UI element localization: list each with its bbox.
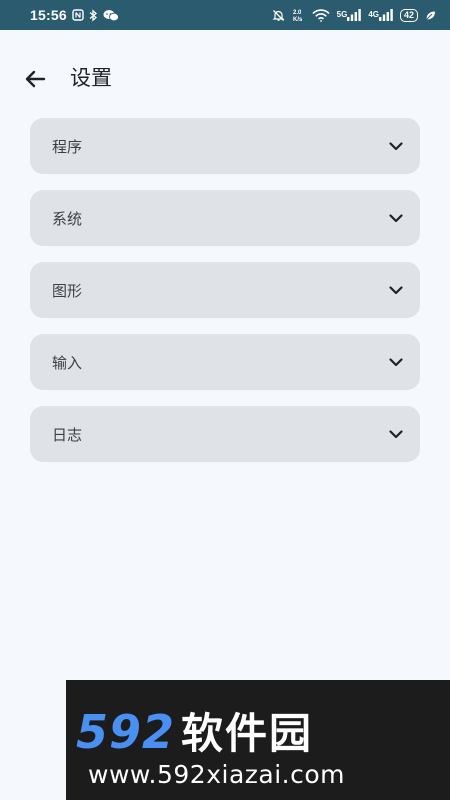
bluetooth-icon (89, 8, 98, 22)
watermark-banner: 592 软件园 www.592xiazai.com (66, 680, 450, 800)
wechat-icon (103, 8, 119, 22)
mute-icon (272, 8, 285, 22)
watermark-number: 592 (76, 705, 176, 759)
signal-4g-icon: 4G (368, 8, 393, 22)
status-bar: 15:56 2.0 K/s 5G 4G 42 (0, 0, 450, 30)
section-label: 系统 (52, 209, 83, 228)
page-title: 设置 (70, 66, 112, 90)
watermark-url: www.592xiazai.com (88, 760, 345, 789)
chevron-down-icon (388, 210, 404, 226)
battery-level: 42 (403, 9, 414, 20)
battery-icon: 42 (399, 8, 418, 22)
app-bar: 设置 (0, 30, 450, 126)
section-label: 程序 (52, 137, 83, 156)
svg-text:K/s: K/s (293, 17, 303, 22)
section-input[interactable]: 输入 (30, 334, 420, 390)
status-time: 15:56 (30, 7, 67, 23)
signal-4g-label: 4G (368, 10, 379, 19)
arrow-left-icon (25, 70, 46, 88)
section-label: 日志 (52, 425, 83, 444)
back-button[interactable] (22, 66, 48, 92)
section-label: 输入 (52, 353, 83, 372)
status-left: 15:56 (30, 7, 119, 23)
leaf-icon (425, 8, 436, 22)
chevron-down-icon (388, 138, 404, 154)
watermark-name: 软件园 (181, 709, 314, 758)
watermark-logo: 592 软件园 (76, 700, 313, 761)
signal-5g-icon: 5G (337, 8, 362, 22)
chevron-down-icon (388, 354, 404, 370)
chevron-down-icon (388, 282, 404, 298)
wifi-icon (312, 8, 330, 22)
section-program[interactable]: 程序 (30, 118, 420, 174)
data-speed-icon: 2.0 K/s (292, 8, 305, 22)
section-log[interactable]: 日志 (30, 406, 420, 462)
section-label: 图形 (52, 281, 83, 300)
chevron-down-icon (388, 426, 404, 442)
signal-5g-label: 5G (336, 10, 348, 19)
nfc-icon (72, 8, 84, 22)
section-system[interactable]: 系统 (30, 190, 420, 246)
svg-text:2.0: 2.0 (293, 10, 302, 16)
status-right: 2.0 K/s 5G 4G 42 (272, 8, 436, 22)
settings-section-list: 程序 系统 图形 输入 日志 (30, 118, 420, 462)
section-graphics[interactable]: 图形 (30, 262, 420, 318)
